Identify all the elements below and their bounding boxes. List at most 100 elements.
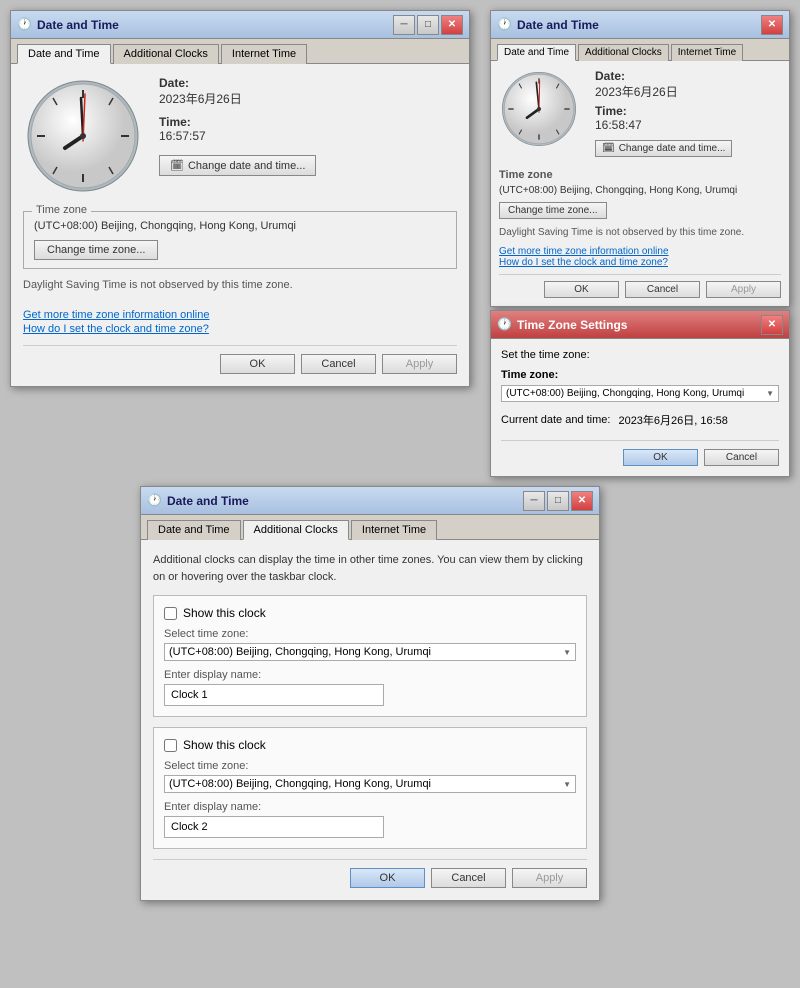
clock-info-main: Date: 2023年6月26日 Time: 16:57:57 🗓 Change… <box>159 76 457 176</box>
clock-help-link-main[interactable]: How do I set the clock and time zone? <box>23 323 209 335</box>
current-dt-value: 2023年6月26日, 16:58 <box>618 412 727 428</box>
clock-container-main: Date: 2023年6月26日 Time: 16:57:57 🗓 Change… <box>23 76 457 199</box>
clock2-checkbox[interactable] <box>164 739 177 752</box>
clock-container-2: Date: 2023年6月26日 Time: 16:58:47 🗓 Change… <box>499 69 781 157</box>
clock1-tz-label: Select time zone: <box>164 628 576 640</box>
clock2-section: Show this clock Select time zone: (UTC+0… <box>153 727 587 849</box>
apply-button-4[interactable]: Apply <box>512 868 587 888</box>
minimize-button-4[interactable]: ─ <box>523 491 545 511</box>
timezone-info-link-2[interactable]: Get more time zone information online <box>499 246 781 257</box>
ok-button-3[interactable]: OK <box>623 449 698 466</box>
clock2-tz-dropdown[interactable]: (UTC+08:00) Beijing, Chongqing, Hong Kon… <box>164 775 576 793</box>
minimize-button-main[interactable]: ─ <box>393 15 415 35</box>
additional-clocks-desc: Additional clocks can display the time i… <box>153 552 587 585</box>
title-bar-buttons-2: ✕ <box>761 15 783 35</box>
cancel-button-4[interactable]: Cancel <box>431 868 506 888</box>
dst-text-2: Daylight Saving Time is not observed by … <box>499 227 781 238</box>
change-timezone-button-main[interactable]: Change time zone... <box>34 240 158 260</box>
tab-date-time-2[interactable]: Date and Time <box>497 44 576 61</box>
change-datetime-label-main: Change date and time... <box>188 160 305 172</box>
title-text-main: Date and Time <box>37 18 393 32</box>
title-bar-main[interactable]: 🕐 Date and Time ─ □ ✕ <box>11 11 469 39</box>
clock1-show-label: Show this clock <box>183 606 266 620</box>
ok-button-4[interactable]: OK <box>350 868 425 888</box>
tab-additional-clocks-2[interactable]: Additional Clocks <box>578 44 669 61</box>
tab-date-time-main[interactable]: Date and Time <box>17 44 111 64</box>
tab-internet-time-2[interactable]: Internet Time <box>671 44 743 61</box>
clock2-tz-value: (UTC+08:00) Beijing, Chongqing, Hong Kon… <box>169 778 431 790</box>
close-button-3[interactable]: ✕ <box>761 315 783 335</box>
clock1-section: Show this clock Select time zone: (UTC+0… <box>153 595 587 717</box>
title-bar-3[interactable]: 🕐 Time Zone Settings ✕ <box>491 311 789 339</box>
cancel-button-3[interactable]: Cancel <box>704 449 779 466</box>
timezone-info-link-main[interactable]: Get more time zone information online <box>23 309 209 321</box>
title-text-2: Date and Time <box>517 18 761 32</box>
dropdown-arrow-3: ▼ <box>766 389 774 398</box>
title-bar-buttons: ─ □ ✕ <box>393 15 463 35</box>
date-time-window-2: 🕐 Date and Time ✕ Date and Time Addition… <box>490 10 790 307</box>
clock-info-2: Date: 2023年6月26日 Time: 16:58:47 🗓 Change… <box>595 69 781 157</box>
tab-additional-clocks-4[interactable]: Additional Clocks <box>243 520 349 540</box>
clock1-checkbox[interactable] <box>164 607 177 620</box>
tab-internet-time-4[interactable]: Internet Time <box>351 520 437 540</box>
tab-internet-time-main[interactable]: Internet Time <box>221 44 307 64</box>
clock1-name-label: Enter display name: <box>164 669 576 681</box>
title-bar-4[interactable]: 🕐 Date and Time ─ □ ✕ <box>141 487 599 515</box>
tabs-main: Date and Time Additional Clocks Internet… <box>11 39 469 64</box>
date-value-main: 2023年6月26日 <box>159 90 457 107</box>
title-text-4: Date and Time <box>167 494 523 508</box>
ok-button-2[interactable]: OK <box>544 281 619 298</box>
time-label-2: Time: <box>595 104 781 118</box>
tabs-2: Date and Time Additional Clocks Internet… <box>491 39 789 61</box>
analog-clock-2 <box>499 69 579 152</box>
date-time-window-main: 🕐 Date and Time ─ □ ✕ Date and Time Addi… <box>10 10 470 387</box>
apply-button-2[interactable]: Apply <box>706 281 781 298</box>
timezone-label-2: Time zone <box>499 169 781 181</box>
time-label-main: Time: <box>159 115 457 129</box>
apply-button-main[interactable]: Apply <box>382 354 457 374</box>
clock2-name-input[interactable] <box>164 816 384 838</box>
tab-additional-clocks-main[interactable]: Additional Clocks <box>113 44 219 64</box>
bottom-buttons-main: OK Cancel Apply <box>23 345 457 374</box>
clock2-checkbox-row: Show this clock <box>164 738 576 752</box>
clock1-tz-dropdown[interactable]: (UTC+08:00) Beijing, Chongqing, Hong Kon… <box>164 643 576 661</box>
timezone-group-main: Time zone (UTC+08:00) Beijing, Chongqing… <box>23 211 457 269</box>
timezone-select[interactable]: (UTC+08:00) Beijing, Chongqing, Hong Kon… <box>501 385 779 402</box>
analog-clock-main <box>23 76 143 199</box>
maximize-button-main[interactable]: □ <box>417 15 439 35</box>
clock1-name-input[interactable] <box>164 684 384 706</box>
window-content-main: Date: 2023年6月26日 Time: 16:57:57 🗓 Change… <box>11 64 469 386</box>
title-bar-2[interactable]: 🕐 Date and Time ✕ <box>491 11 789 39</box>
cancel-button-main[interactable]: Cancel <box>301 354 376 374</box>
change-timezone-button-2[interactable]: Change time zone... <box>499 202 607 219</box>
close-button-2[interactable]: ✕ <box>761 15 783 35</box>
close-button-main[interactable]: ✕ <box>441 15 463 35</box>
clock-help-link-2[interactable]: How do I set the clock and time zone? <box>499 257 781 268</box>
change-datetime-button-2[interactable]: 🗓 Change date and time... <box>595 140 732 157</box>
date-label-main: Date: <box>159 76 457 90</box>
timezone-value-main: (UTC+08:00) Beijing, Chongqing, Hong Kon… <box>34 220 446 232</box>
clock-icon-4: 🕐 <box>147 493 163 509</box>
ok-button-main[interactable]: OK <box>220 354 295 374</box>
timezone-settings-window: 🕐 Time Zone Settings ✕ Set the time zone… <box>490 310 790 477</box>
dropdown-arrow-clock1: ▼ <box>563 648 571 657</box>
window-content-3: Set the time zone: Time zone: (UTC+08:00… <box>491 339 789 476</box>
close-button-4[interactable]: ✕ <box>571 491 593 511</box>
change-datetime-button-main[interactable]: 🗓 Change date and time... <box>159 155 316 176</box>
tabs-4: Date and Time Additional Clocks Internet… <box>141 515 599 540</box>
change-datetime-label-2: Change date and time... <box>619 143 726 154</box>
dropdown-arrow-clock2: ▼ <box>563 780 571 789</box>
clock2-tz-label: Select time zone: <box>164 760 576 772</box>
clock-icon-3: 🕐 <box>497 317 513 333</box>
date-value-2: 2023年6月26日 <box>595 83 781 100</box>
window-content-2: Date: 2023年6月26日 Time: 16:58:47 🗓 Change… <box>491 61 789 306</box>
time-value-main: 16:57:57 <box>159 129 457 143</box>
cancel-button-2[interactable]: Cancel <box>625 281 700 298</box>
clock1-checkbox-row: Show this clock <box>164 606 576 620</box>
maximize-button-4[interactable]: □ <box>547 491 569 511</box>
date-label-2: Date: <box>595 69 781 83</box>
clock1-tz-value: (UTC+08:00) Beijing, Chongqing, Hong Kon… <box>169 646 431 658</box>
dst-text-main: Daylight Saving Time is not observed by … <box>23 279 457 291</box>
current-dt-row: Current date and time: 2023年6月26日, 16:58 <box>501 412 779 428</box>
tab-date-time-4[interactable]: Date and Time <box>147 520 241 540</box>
